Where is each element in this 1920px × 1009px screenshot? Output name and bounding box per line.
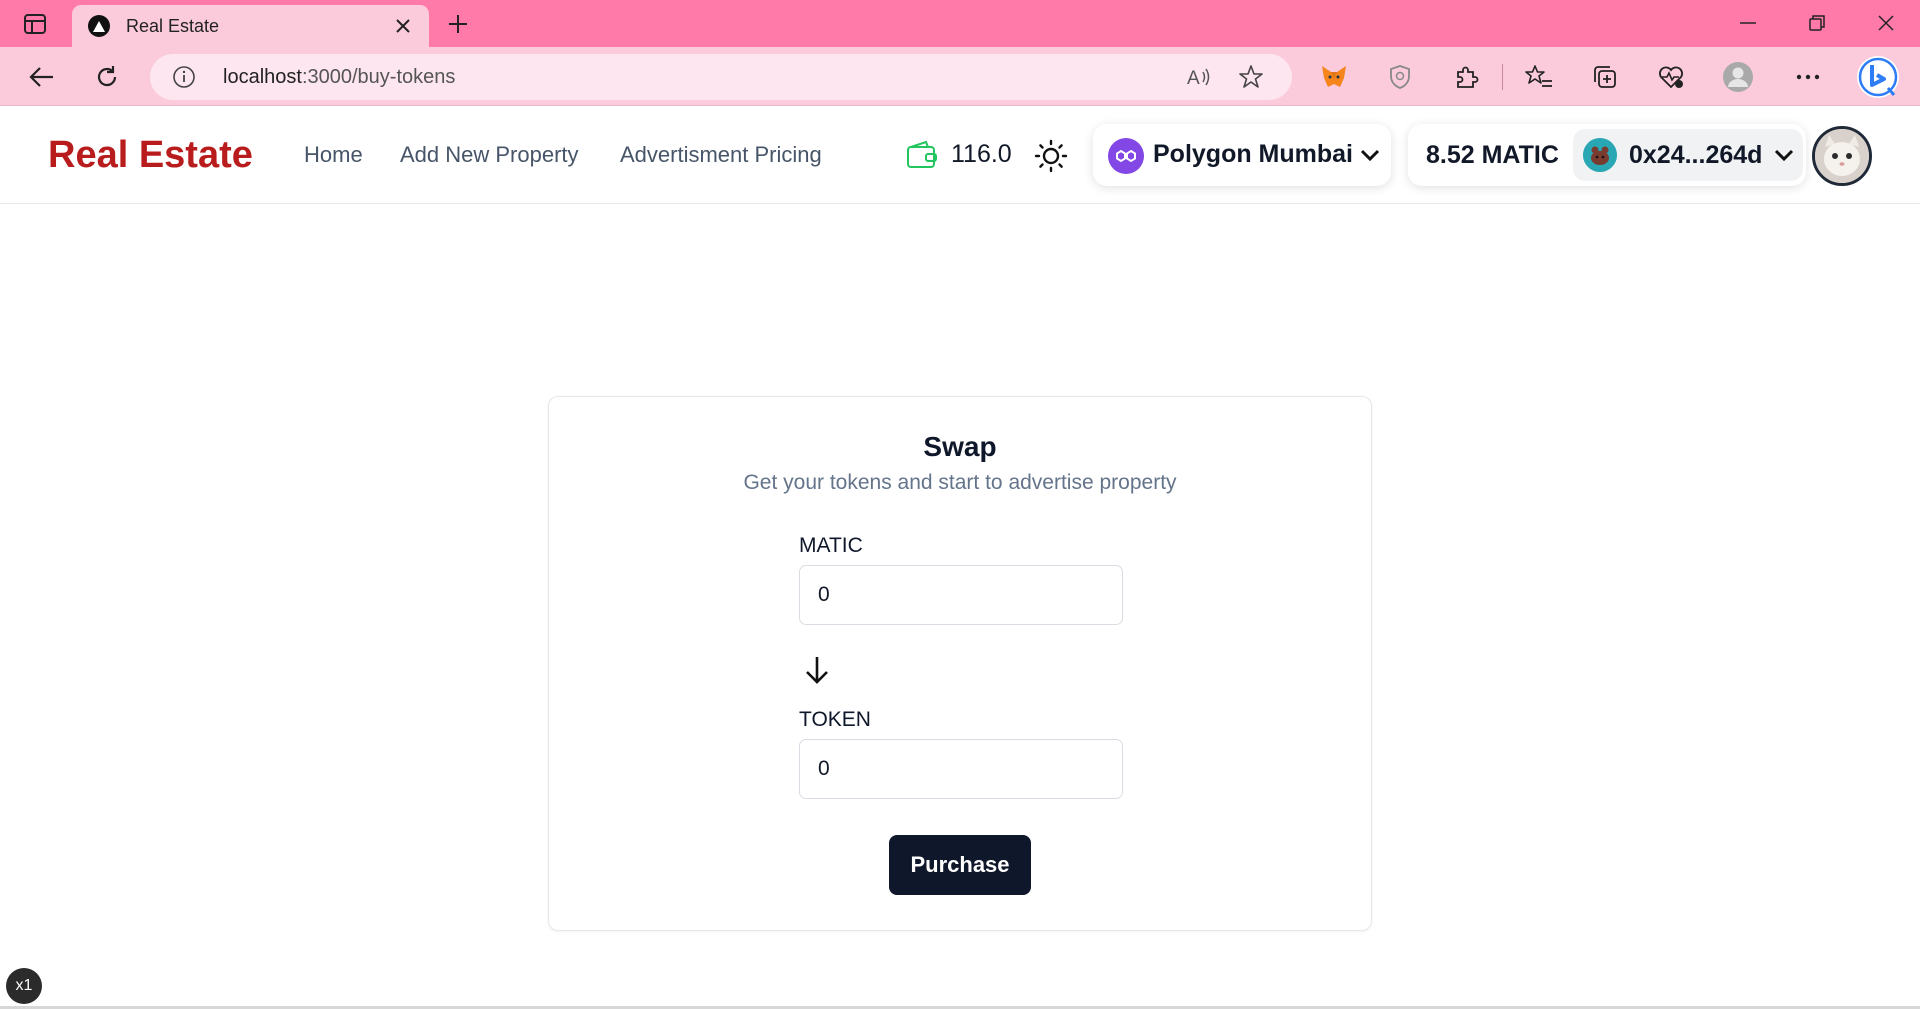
polygon-logo-icon [1108, 138, 1144, 174]
site-info-icon[interactable] [172, 65, 196, 89]
arrow-down-icon [802, 653, 832, 687]
brand-logo-text[interactable]: Real Estate [48, 134, 253, 177]
user-avatar[interactable] [1812, 126, 1872, 186]
svg-text:A: A [1187, 68, 1200, 89]
restore-icon[interactable] [1797, 8, 1837, 38]
url-host: localhost [223, 66, 302, 88]
network-name: Polygon Mumbai [1153, 140, 1353, 168]
url-text[interactable]: localhost:3000/buy-tokens [223, 66, 455, 89]
profile-icon[interactable] [1722, 61, 1754, 93]
account-avatar [1583, 138, 1617, 172]
browser-tab-active[interactable]: Real Estate [72, 5, 429, 47]
wallet-icon [906, 140, 938, 170]
sun-theme-toggle-icon[interactable] [1034, 139, 1068, 173]
url-path: :3000/buy-tokens [301, 66, 456, 88]
extensions-puzzle-icon[interactable] [1450, 61, 1482, 93]
minimize-icon[interactable] [1728, 8, 1768, 38]
browser-essentials-heart-icon[interactable] [1655, 61, 1687, 93]
collections-icon[interactable] [1589, 61, 1621, 93]
new-tab-plus-icon[interactable] [443, 9, 473, 39]
tab-actions-icon[interactable] [14, 10, 56, 38]
network-selector-button[interactable]: Polygon Mumbai [1093, 124, 1391, 186]
read-aloud-icon[interactable]: A [1186, 64, 1212, 90]
refresh-icon[interactable] [91, 61, 123, 93]
address-bar[interactable]: localhost:3000/buy-tokens A [150, 54, 1292, 100]
shield-extension-icon[interactable] [1384, 61, 1416, 93]
close-window-icon[interactable] [1866, 8, 1906, 38]
token-amount-input[interactable] [799, 739, 1123, 799]
nav-link-add-new-property[interactable]: Add New Property [400, 142, 579, 168]
swap-title: Swap [923, 431, 997, 462]
nav-link-home[interactable]: Home [304, 142, 363, 168]
token-label: TOKEN [799, 708, 871, 731]
favorites-list-icon[interactable] [1523, 61, 1555, 93]
swap-card: Swap Get your tokens and start to advert… [548, 396, 1372, 931]
toolbar-divider [1502, 64, 1503, 90]
matic-amount-input[interactable] [799, 565, 1123, 625]
back-arrow-icon[interactable] [26, 61, 58, 93]
more-menu-icon[interactable] [1792, 61, 1824, 93]
close-tab-icon[interactable] [391, 14, 415, 38]
bing-copilot-icon[interactable] [1856, 55, 1900, 99]
account-address: 0x24...264d [1629, 141, 1763, 169]
account-widget: 8.52 MATIC 0x24...264d [1408, 124, 1806, 186]
site-navbar: Real Estate Home Add New Property Advert… [0, 106, 1920, 204]
nav-link-advertisment-pricing[interactable]: Advertisment Pricing [620, 142, 822, 168]
chevron-down-icon [1773, 146, 1795, 164]
token-balance: 116.0 [951, 140, 1012, 168]
browser-tab-bar: Real Estate [0, 0, 1920, 47]
metamask-fox-icon[interactable] [1318, 61, 1350, 93]
account-address-button[interactable]: 0x24...264d [1573, 129, 1803, 181]
swap-subtitle: Get your tokens and start to advertise p… [743, 471, 1177, 494]
browser-toolbar: localhost:3000/buy-tokens A [0, 47, 1920, 106]
triangle-favicon-icon [88, 15, 110, 37]
purchase-button[interactable]: Purchase [889, 835, 1031, 895]
favorite-star-icon[interactable] [1238, 64, 1264, 90]
matic-label: MATIC [799, 534, 863, 557]
chevron-down-icon [1359, 146, 1381, 164]
native-balance: 8.52 MATIC [1426, 141, 1559, 169]
tab-title: Real Estate [126, 16, 220, 36]
zoom-badge[interactable]: x1 [6, 968, 42, 1004]
